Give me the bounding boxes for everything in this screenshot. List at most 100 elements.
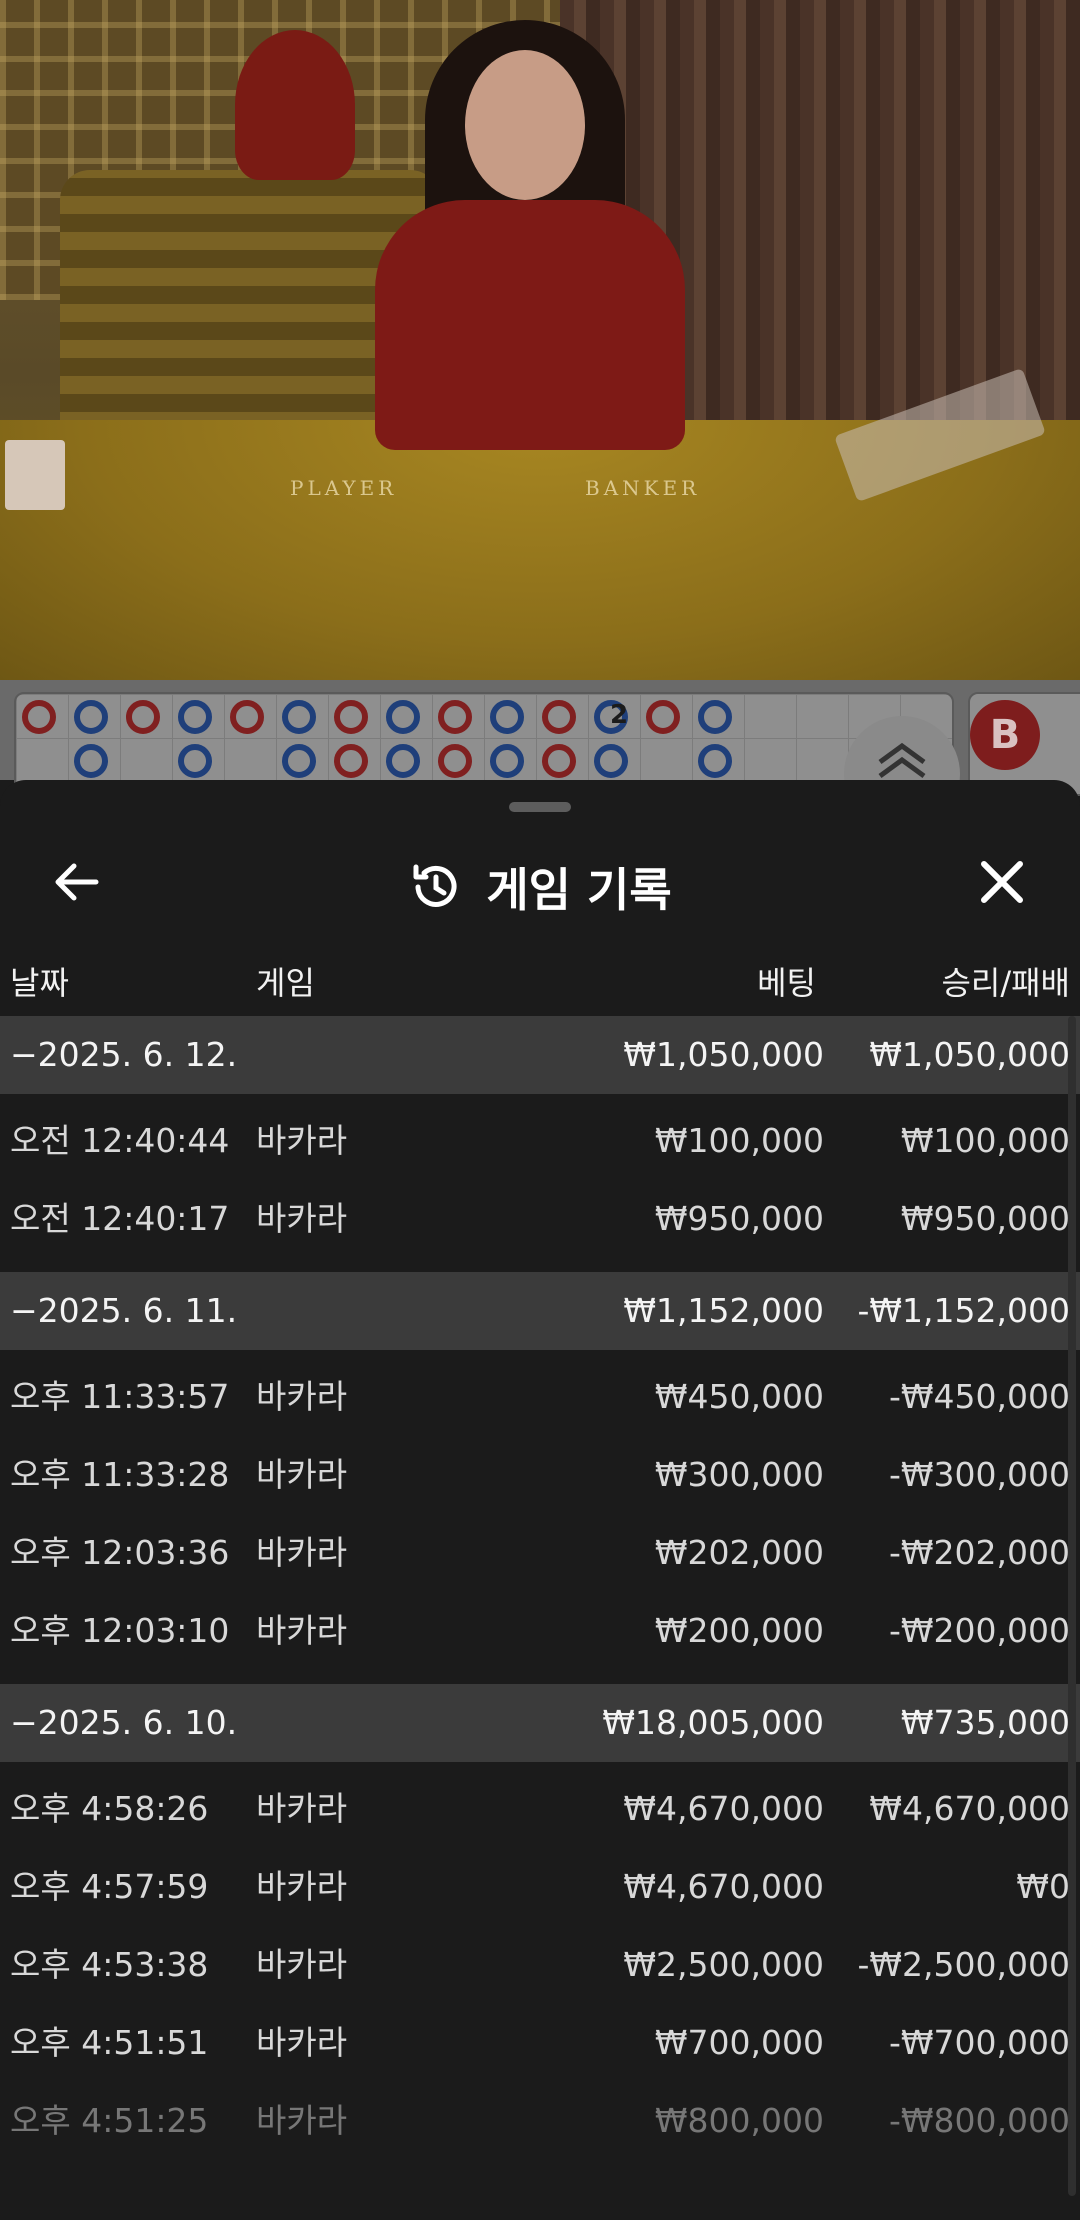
banker-badge-icon: B xyxy=(970,700,1040,770)
bead-banker xyxy=(438,700,472,734)
row-win-loss: -₩800,000 xyxy=(888,2101,1070,2140)
table-row[interactable]: 오후 4:51:25 바카라 ₩800,000 -₩800,000 xyxy=(0,2082,1080,2160)
row-bet: ₩202,000 xyxy=(654,1533,824,1572)
row-game: 바카라 xyxy=(256,2101,348,2140)
bead-banker xyxy=(334,744,368,778)
bead-player xyxy=(490,700,524,734)
table-row[interactable]: 오후 11:33:57 바카라 ₩450,000 -₩450,000 xyxy=(0,1358,1080,1436)
game-history-sheet: 게임 기록 날짜 게임 베팅 승리/패배 −2025. 6. 12. ₩1,05… xyxy=(0,780,1080,2220)
row-bet: ₩4,670,000 xyxy=(623,1867,824,1906)
bead-banker xyxy=(334,700,368,734)
row-win-loss: -₩202,000 xyxy=(888,1533,1070,1572)
group-win-loss-total: ₩1,050,000 xyxy=(869,1035,1070,1074)
sheet-drag-handle[interactable] xyxy=(509,802,571,812)
sheet-header: 게임 기록 xyxy=(0,824,1080,944)
row-win-loss: -₩450,000 xyxy=(888,1377,1070,1416)
row-bet: ₩700,000 xyxy=(654,2023,824,2062)
row-time: 오후 11:33:57 xyxy=(10,1377,230,1416)
bead-player xyxy=(282,744,316,778)
row-bet: ₩200,000 xyxy=(654,1611,824,1650)
row-game: 바카라 xyxy=(256,1945,348,1984)
scrollbar[interactable] xyxy=(1068,1016,1076,2196)
row-game: 바카라 xyxy=(256,1199,348,1238)
column-header-win-loss: 승리/패배 xyxy=(941,964,1070,1002)
row-bet: ₩4,670,000 xyxy=(623,1789,824,1828)
column-header-date: 날짜 xyxy=(10,964,69,1002)
bead-banker xyxy=(22,700,56,734)
bead-player xyxy=(386,700,420,734)
date-group-header[interactable]: −2025. 6. 10. ₩18,005,000 ₩735,000 xyxy=(0,1684,1080,1762)
live-video-feed: PLAYER BANKER xyxy=(0,0,1080,680)
group-date: −2025. 6. 12. xyxy=(10,1035,238,1074)
row-win-loss: ₩100,000 xyxy=(900,1121,1070,1160)
row-game: 바카라 xyxy=(256,1789,348,1828)
row-win-loss: -₩700,000 xyxy=(888,2023,1070,2062)
row-time: 오후 4:51:51 xyxy=(10,2023,209,2062)
bead-banker xyxy=(230,700,264,734)
row-win-loss: ₩4,670,000 xyxy=(869,1789,1070,1828)
row-game: 바카라 xyxy=(256,1867,348,1906)
table-label-player: PLAYER xyxy=(290,476,398,500)
group-win-loss-total: ₩735,000 xyxy=(900,1703,1070,1742)
row-time: 오후 4:57:59 xyxy=(10,1867,209,1906)
date-group-header[interactable]: −2025. 6. 11. ₩1,152,000 -₩1,152,000 xyxy=(0,1272,1080,1350)
roadmap-strip: 2 B xyxy=(0,680,1080,832)
group-date: −2025. 6. 10. xyxy=(10,1703,238,1742)
column-header-game: 게임 xyxy=(256,964,315,1002)
row-win-loss: ₩950,000 xyxy=(900,1199,1070,1238)
tie-marker-number: 2 xyxy=(610,700,629,730)
date-group-header[interactable]: −2025. 6. 12. ₩1,050,000 ₩1,050,000 xyxy=(0,1016,1080,1094)
bead-banker xyxy=(542,700,576,734)
table-row[interactable]: 오후 4:51:51 바카라 ₩700,000 -₩700,000 xyxy=(0,2004,1080,2082)
table-row[interactable]: 오후 12:03:36 바카라 ₩202,000 -₩202,000 xyxy=(0,1514,1080,1592)
row-bet: ₩800,000 xyxy=(654,2101,824,2140)
page-title: 게임 기록 xyxy=(486,863,672,917)
close-icon xyxy=(981,861,1023,903)
table-row[interactable]: 오후 4:58:26 바카라 ₩4,670,000 ₩4,670,000 xyxy=(0,1770,1080,1848)
row-bet: ₩300,000 xyxy=(654,1455,824,1494)
row-bet: ₩450,000 xyxy=(654,1377,824,1416)
row-game: 바카라 xyxy=(256,1611,348,1650)
group-date: −2025. 6. 11. xyxy=(10,1291,238,1330)
row-game: 바카라 xyxy=(256,1377,348,1416)
row-game: 바카라 xyxy=(256,1121,348,1160)
row-bet: ₩950,000 xyxy=(654,1199,824,1238)
row-time: 오후 12:03:36 xyxy=(10,1533,230,1572)
group-bet-total: ₩1,050,000 xyxy=(623,1035,824,1074)
table-row[interactable]: 오전 12:40:17 바카라 ₩950,000 ₩950,000 xyxy=(0,1180,1080,1258)
card-deck xyxy=(5,440,65,510)
row-time: 오전 12:40:17 xyxy=(10,1199,230,1238)
bead-player xyxy=(178,744,212,778)
bead-player xyxy=(282,700,316,734)
background-dealer xyxy=(235,30,355,180)
table-label-banker: BANKER xyxy=(585,476,701,500)
row-win-loss: -₩200,000 xyxy=(888,1611,1070,1650)
bead-player xyxy=(74,700,108,734)
row-win-loss: -₩300,000 xyxy=(888,1455,1070,1494)
table-row[interactable]: 오후 12:03:10 바카라 ₩200,000 -₩200,000 xyxy=(0,1592,1080,1670)
table-row[interactable]: 오후 4:53:38 바카라 ₩2,500,000 -₩2,500,000 xyxy=(0,1926,1080,2004)
title-area: 게임 기록 xyxy=(0,854,1080,917)
history-table: −2025. 6. 12. ₩1,050,000 ₩1,050,000 오전 1… xyxy=(0,1016,1080,2160)
group-bet-total: ₩18,005,000 xyxy=(602,1703,824,1742)
row-time: 오전 12:40:44 xyxy=(10,1121,230,1160)
table-row[interactable]: 오후 11:33:28 바카라 ₩300,000 -₩300,000 xyxy=(0,1436,1080,1514)
row-time: 오후 11:33:28 xyxy=(10,1455,230,1494)
bead-banker xyxy=(542,744,576,778)
row-win-loss: ₩0 xyxy=(1016,1867,1070,1906)
bead-banker xyxy=(646,700,680,734)
bead-player xyxy=(594,744,628,778)
table-row[interactable]: 오후 4:57:59 바카라 ₩4,670,000 ₩0 xyxy=(0,1848,1080,1926)
bead-player xyxy=(178,700,212,734)
row-time: 오후 4:51:25 xyxy=(10,2101,209,2140)
row-bet: ₩2,500,000 xyxy=(623,1945,824,1984)
group-bet-total: ₩1,152,000 xyxy=(623,1291,824,1330)
bead-player xyxy=(698,700,732,734)
bead-player xyxy=(74,744,108,778)
bead-player xyxy=(386,744,420,778)
row-game: 바카라 xyxy=(256,1455,348,1494)
row-bet: ₩100,000 xyxy=(654,1121,824,1160)
table-row[interactable]: 오전 12:40:44 바카라 ₩100,000 ₩100,000 xyxy=(0,1102,1080,1180)
close-button[interactable] xyxy=(970,850,1034,914)
row-game: 바카라 xyxy=(256,2023,348,2062)
